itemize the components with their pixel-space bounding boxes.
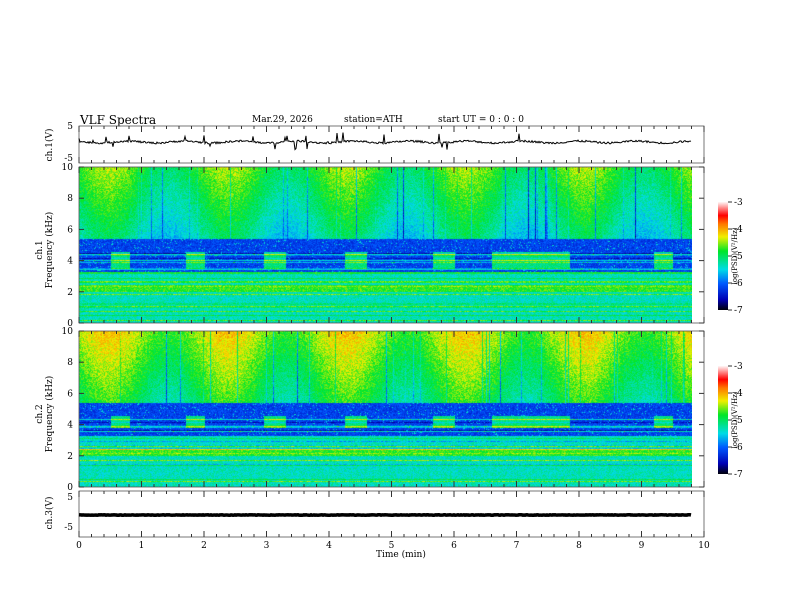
- y-tick-label: 6: [67, 225, 73, 235]
- colorbar-tick-label: -5: [734, 416, 743, 426]
- y-tick-label: -5: [64, 523, 73, 533]
- y-tick-label: 4: [67, 421, 73, 431]
- y-tick-label: 5: [67, 493, 73, 503]
- y-tick-label: 2: [67, 452, 73, 462]
- colorbar-tick-label: -7: [734, 470, 743, 480]
- y-tick-label: 8: [67, 358, 73, 368]
- axes-layer: 5-50246810-3-4-5-6-70246810-3-4-5-6-75-5…: [62, 122, 743, 551]
- y-tick-label: 10: [62, 327, 74, 337]
- colorbar-tick-label: -7: [734, 306, 743, 316]
- colorbar-tick-label: -5: [734, 252, 743, 262]
- y-tick-label: 4: [67, 257, 73, 267]
- ch1-waveform: [78, 132, 692, 151]
- x-tick-label: 6: [451, 541, 457, 551]
- panel-frame-2: [78, 330, 705, 488]
- x-tick-label: 10: [698, 541, 710, 551]
- x-tick-label: 5: [389, 541, 395, 551]
- y-tick-label: 6: [67, 389, 73, 399]
- x-tick-label: 9: [639, 541, 645, 551]
- colorbar-tick-label: -6: [734, 443, 743, 453]
- panel-frame-1: [78, 166, 705, 324]
- y-tick-label: 5: [67, 122, 73, 132]
- y-tick-label: 8: [67, 194, 73, 204]
- colorbar-tick-label: -3: [734, 362, 743, 372]
- y-tick-label: 10: [62, 163, 74, 173]
- colorbar-tick-label: -3: [734, 198, 743, 208]
- y-tick-label: 0: [67, 483, 73, 493]
- colorbar-tick-label: -6: [734, 279, 743, 289]
- x-tick-label: 4: [326, 541, 332, 551]
- x-tick-label: 1: [139, 541, 145, 551]
- x-tick-label: 8: [576, 541, 582, 551]
- x-tick-label: 2: [201, 541, 207, 551]
- x-tick-label: 3: [264, 541, 270, 551]
- colorbar-tick-label: -4: [734, 389, 743, 399]
- x-tick-label: 7: [514, 541, 520, 551]
- y-tick-label: 2: [67, 288, 73, 298]
- vlf-spectra-figure: VLF Spectra Mar.29, 2026 station=ATH sta…: [0, 0, 792, 612]
- colorbar-tick-label: -4: [734, 225, 743, 235]
- x-tick-label: 0: [76, 541, 82, 551]
